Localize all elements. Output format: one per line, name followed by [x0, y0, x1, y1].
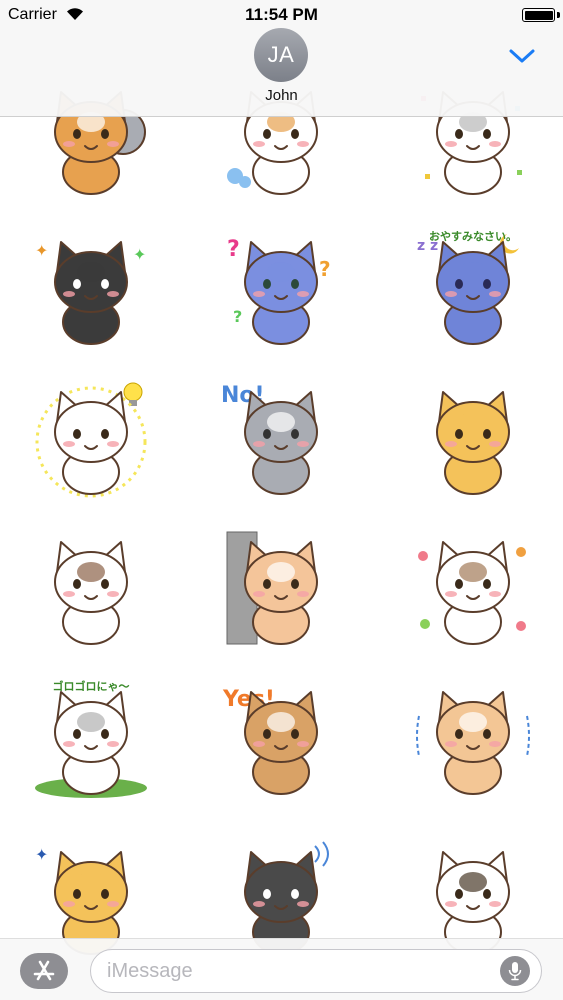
svg-text:✦: ✦	[35, 845, 48, 864]
avatar-initials: JA	[267, 42, 295, 67]
sticker-white-cat-idea-image	[35, 382, 147, 498]
sticker-blue-cat-sleeping[interactable]: z z おやすみなさい。	[398, 218, 548, 358]
battery-cap	[557, 12, 560, 18]
sticker-blue-cat-sleeping-image: z zおやすみなさい。	[417, 230, 519, 345]
sticker-white-cat-rolling-image: ゴロゴロにゃ〜	[35, 679, 147, 798]
status-bar: Carrier 11:54 PM	[0, 0, 563, 30]
sticker-blue-cat-question-image: ???	[227, 237, 331, 345]
sticker-black-cat-tongue-image: ✦ ✦	[35, 241, 146, 345]
svg-text:ゴロゴロにゃ〜: ゴロゴロにゃ〜	[53, 679, 130, 693]
contact-name[interactable]: John	[0, 87, 563, 104]
sticker-gray-cat-no[interactable]: No!	[206, 368, 356, 508]
sticker-blue-cat-question[interactable]: ???	[206, 218, 356, 358]
contact-avatar[interactable]: JA	[254, 28, 308, 82]
sticker-himalayan-cat-flowers[interactable]	[398, 518, 548, 658]
svg-text:おやすみなさい。: おやすみなさい。	[429, 230, 517, 243]
sticker-cat-peeking-wall-image	[226, 531, 318, 645]
sticker-himalayan-cat-crying-image	[54, 541, 128, 645]
sticker-himalayan-cat-flowers-image	[418, 541, 526, 645]
sticker-white-cat-idea[interactable]	[16, 368, 166, 508]
sticker-orange-cat-crying-image	[436, 391, 510, 495]
app-store-button[interactable]	[20, 953, 68, 989]
svg-text:✦: ✦	[133, 245, 146, 264]
sticker-tabby-cat-yes[interactable]: Yes!	[206, 668, 356, 808]
compose-bar	[0, 938, 563, 1000]
sticker-white-cat-rolling[interactable]: ゴロゴロにゃ〜	[16, 668, 166, 808]
svg-text:✦: ✦	[35, 241, 48, 260]
battery-level	[524, 10, 553, 20]
svg-text:?: ?	[227, 237, 240, 262]
clock: 11:54 PM	[245, 5, 318, 24]
sticker-cat-shivering-image	[416, 691, 530, 795]
sticker-grid: ✦ ✦??? z z おやすみなさい。 No! ゴロゴロにゃ〜 Yes! ✦	[0, 0, 563, 1000]
sticker-himalayan-cat-crying[interactable]	[16, 518, 166, 658]
svg-text:?: ?	[233, 307, 242, 326]
sticker-cat-peeking-wall[interactable]	[206, 518, 356, 658]
sticker-orange-cat-crying[interactable]	[398, 368, 548, 508]
microphone-button[interactable]	[500, 956, 530, 986]
chevron-down-icon[interactable]	[508, 46, 536, 66]
sticker-black-cat-tongue[interactable]: ✦ ✦	[16, 218, 166, 358]
sticker-gray-cat-no-image: No!	[221, 383, 318, 495]
message-input[interactable]	[90, 949, 542, 993]
microphone-icon	[508, 962, 522, 981]
svg-text:?: ?	[319, 257, 331, 281]
sticker-cat-shivering[interactable]	[398, 668, 548, 808]
sticker-tabby-cat-yes-image: Yes!	[222, 687, 318, 795]
battery-icon	[522, 8, 555, 22]
app-store-icon	[33, 960, 55, 981]
